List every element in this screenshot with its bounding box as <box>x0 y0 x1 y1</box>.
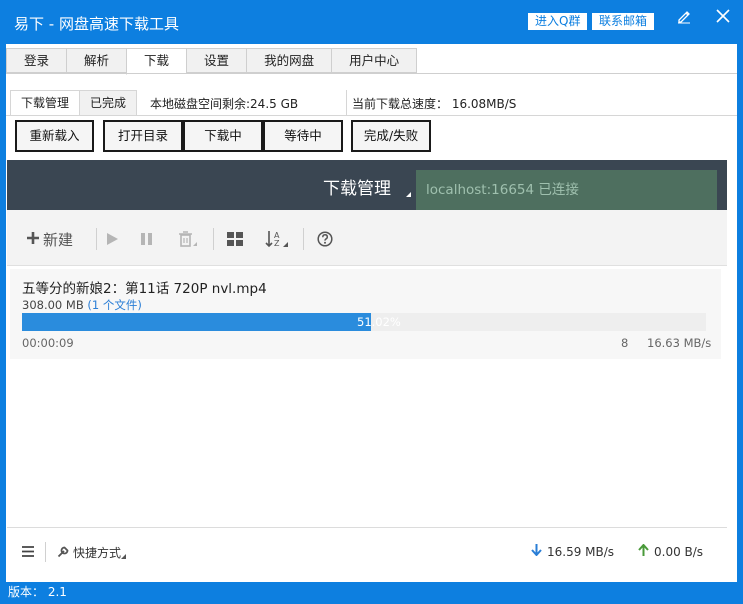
dropdown-caret-icon <box>406 192 411 197</box>
task-file-count-link[interactable]: (1 个文件) <box>87 298 141 312</box>
tab-download[interactable]: 下载 <box>126 48 187 75</box>
shortcut-button[interactable]: 快捷方式 <box>57 544 127 561</box>
new-task-label: 新建 <box>43 231 74 249</box>
close-icon <box>715 8 731 24</box>
delete-button[interactable] <box>178 231 198 251</box>
version-label: 版本： 2.1 <box>8 585 67 599</box>
menu-button[interactable] <box>22 546 34 560</box>
main-client-area: 登录 解析 下载 设置 我的网盘 用户中心 下载管理 已完成 本地磁盘空间剩余:… <box>6 44 737 582</box>
info-divider <box>346 90 347 116</box>
edit-icon <box>676 8 692 24</box>
task-connections: 8 <box>621 336 629 350</box>
download-manager-title[interactable]: 下载管理 <box>323 174 391 199</box>
tab-my-drive[interactable]: 我的网盘 <box>246 48 332 73</box>
task-progress-fill <box>22 313 371 331</box>
download-speed-indicator: 16.59 MB/s <box>531 544 614 559</box>
plus-icon <box>26 231 40 249</box>
task-size: 308.00 MB (1 个文件) <box>22 297 142 313</box>
trash-icon <box>178 231 198 251</box>
subtab-divider <box>6 115 737 116</box>
join-qq-group-link[interactable]: 进入Q群 <box>528 13 588 30</box>
task-progress-bar: 51.02% <box>22 313 706 331</box>
contact-email-link[interactable]: 联系邮箱 <box>592 13 655 30</box>
upload-speed-value: 0.00 B/s <box>654 544 704 559</box>
shortcut-label: 快捷方式 <box>73 546 122 560</box>
edit-button[interactable] <box>672 6 696 26</box>
help-button[interactable] <box>317 231 333 251</box>
download-speed-value: 16.59 MB/s <box>547 544 615 559</box>
disk-space-info: 本地磁盘空间剩余:24.5 GB <box>150 97 299 111</box>
tab-parse[interactable]: 解析 <box>66 48 127 73</box>
arrow-down-icon <box>531 544 542 559</box>
task-size-value: 308.00 MB <box>22 298 84 312</box>
toolbar-divider <box>303 228 304 250</box>
start-button[interactable] <box>105 232 119 250</box>
wrench-icon <box>57 545 70 561</box>
svg-text:Z: Z <box>274 239 280 248</box>
pause-icon <box>140 232 154 250</box>
done-failed-filter-button[interactable]: 完成/失败 <box>351 120 431 152</box>
task-speed: 16.63 MB/s <box>647 336 712 350</box>
sort-button[interactable]: AZ <box>265 230 289 252</box>
subtab-completed[interactable]: 已完成 <box>79 90 138 116</box>
connection-toast: localhost:16654 已连接 <box>416 170 717 210</box>
footer-separator <box>45 542 46 562</box>
toolbar-divider <box>96 228 97 250</box>
tab-user-center[interactable]: 用户中心 <box>331 48 418 73</box>
task-progress-label: 51.02% <box>357 315 401 329</box>
reload-button[interactable]: 重新载入 <box>15 120 94 152</box>
download-subtabs: 下载管理 已完成 <box>10 90 138 116</box>
toolbar-divider <box>213 228 214 250</box>
close-button[interactable] <box>711 6 735 26</box>
downloading-filter-button[interactable]: 下载中 <box>183 120 263 152</box>
download-toolbar: 新建 AZ <box>7 210 727 266</box>
download-task-item[interactable]: 五等分的新娘2：第11话 720P nvl.mp4 308.00 MB (1 个… <box>10 269 721 359</box>
tab-settings[interactable]: 设置 <box>186 48 247 73</box>
help-icon <box>317 231 333 251</box>
task-file-name: 五等分的新娘2：第11话 720P nvl.mp4 <box>22 281 267 297</box>
status-bar: 版本： 2.1 <box>0 582 743 604</box>
tabs-divider <box>6 73 737 74</box>
waiting-filter-button[interactable]: 等待中 <box>263 120 343 152</box>
main-tabs: 登录 解析 下载 设置 我的网盘 用户中心 <box>6 48 418 75</box>
upload-speed-indicator: 0.00 B/s <box>638 543 704 559</box>
total-speed-info: 当前下载总速度： 16.08MB/S <box>352 97 517 111</box>
grid-icon <box>227 232 243 250</box>
pause-button[interactable] <box>140 232 154 250</box>
window-title: 易下 - 网盘高速下载工具 <box>14 15 179 33</box>
tab-login[interactable]: 登录 <box>6 48 67 73</box>
arrow-up-icon <box>638 543 649 559</box>
play-icon <box>105 232 119 250</box>
grid-view-button[interactable] <box>227 232 243 250</box>
open-directory-button[interactable]: 打开目录 <box>103 120 183 152</box>
manager-footer: 快捷方式 16.59 MB/s 0.00 B/s <box>7 528 727 576</box>
title-bar: 易下 - 网盘高速下载工具 进入Q群 联系邮箱 <box>0 0 743 44</box>
menu-icon <box>22 546 34 560</box>
new-task-button[interactable]: 新建 <box>26 229 73 250</box>
subtab-download-manager[interactable]: 下载管理 <box>10 90 80 116</box>
task-elapsed-time: 00:00:09 <box>22 336 74 350</box>
sort-az-icon: AZ <box>265 230 289 252</box>
